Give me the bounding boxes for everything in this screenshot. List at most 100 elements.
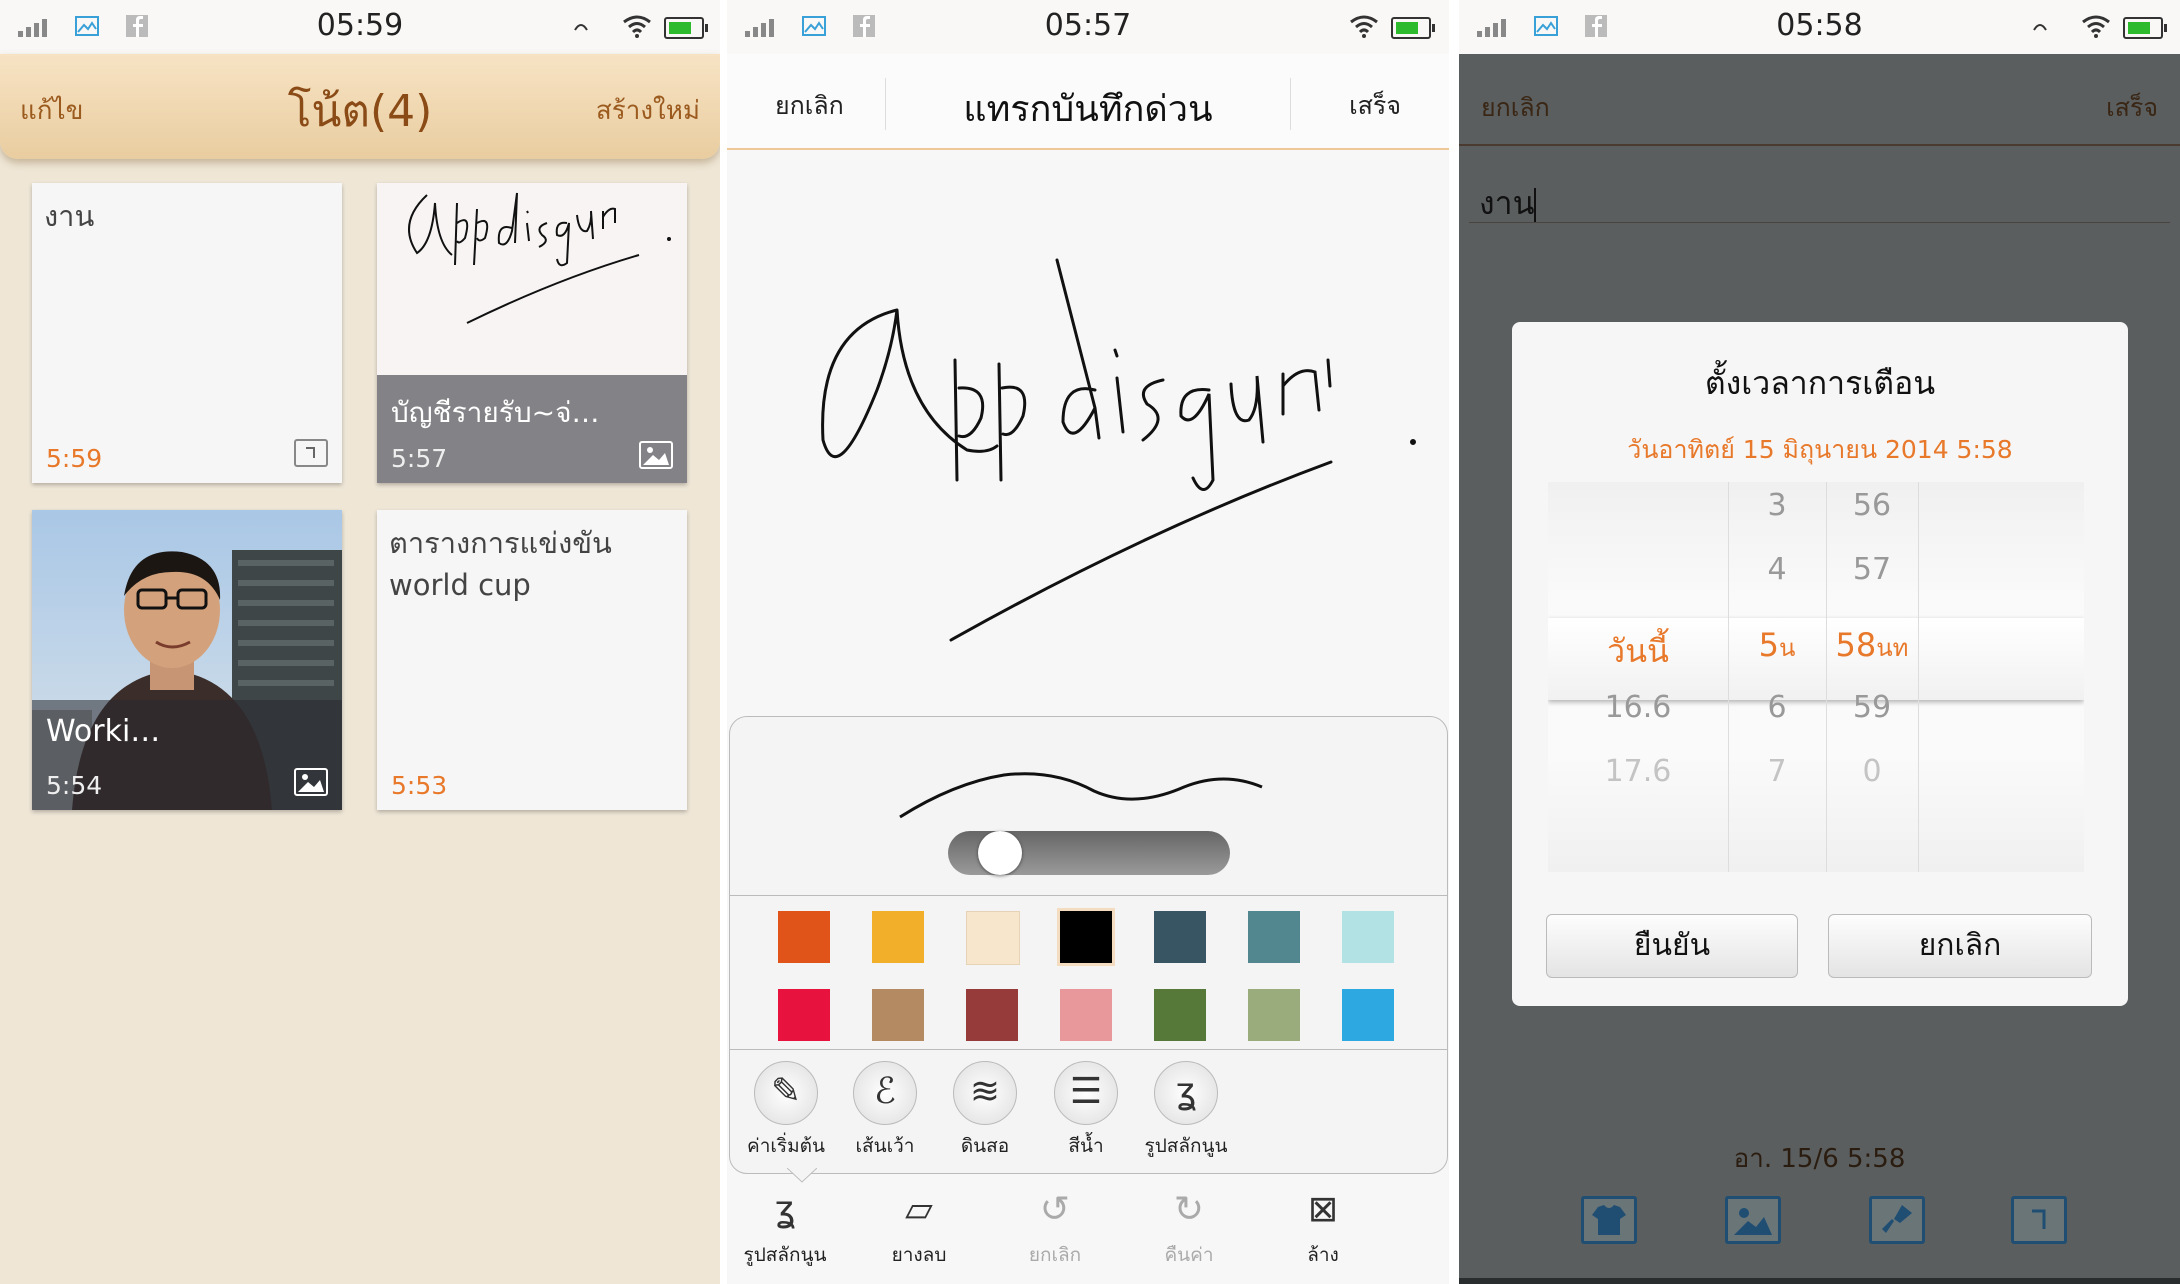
brush-option[interactable]: ✎ ค่าเริ่มต้น [736,1061,836,1161]
color-swatch[interactable] [1060,989,1112,1041]
image-icon[interactable] [1725,1196,1781,1244]
color-swatch[interactable] [778,989,830,1041]
toolbar-label: คืนค่า [1164,1244,1214,1266]
note-text: งาน [44,199,95,233]
redo-icon: ↻ [1173,1189,1205,1230]
minute-wheel[interactable]: 56 57 58นท 59 0 [1826,482,1918,872]
notes-header: แก้ไข โน้ต(4) สร้างใหม่ [0,54,720,159]
toolbar-button[interactable]: ʓ รูปสลักนูน [735,1180,835,1270]
color-swatch[interactable] [966,911,1020,965]
clock: 05:59 [316,8,404,43]
stroke-width-slider[interactable] [948,831,1230,875]
note-card[interactable]: ตารางการแข่งขัน world cup 5:53 [377,510,687,810]
color-swatch[interactable] [1342,911,1394,963]
color-swatch[interactable] [966,989,1018,1041]
picker-value: 59 [1826,690,1918,725]
color-swatch[interactable] [1248,989,1300,1041]
toolbar-button[interactable]: ▱ ยางลบ [869,1180,969,1270]
note-card[interactable]: Worki… 5:54 [32,510,342,810]
wifi-icon [2082,15,2110,38]
image-icon [294,768,328,796]
shirt-icon[interactable] [1581,1196,1637,1244]
day-wheel[interactable]: วันนี้ 16.6 17.6 [1548,482,1728,872]
toolbar-label: ยางลบ [891,1244,947,1266]
color-swatch[interactable] [1057,908,1115,966]
note-text: ตารางการแข่งขัน world cup [389,522,612,606]
color-swatch[interactable] [778,911,830,963]
alarm-status-icon [574,24,588,31]
stroke-preview [899,772,1263,819]
note-title-band: บัญชีรายรับ~จ่… 5:57 [377,375,687,483]
toolbar-label: ยกเลิก [1028,1244,1082,1266]
selected-datetime: วันอาทิตย์ 15 มิถุนายน 2014 5:58 [1627,435,2013,464]
brush-icon[interactable] [1869,1196,1925,1244]
reminder-screen: 05:58 ยกเลิก เสร็จ งาน ตั้งเวลาการเตือน … [1459,0,2180,1284]
divider [1918,482,1919,872]
done-button[interactable]: เสร็จ [1349,86,1401,126]
quick-note-header: ยกเลิก แทรกบันทึกด่วน เสร็จ [727,54,1449,150]
hour-wheel[interactable]: 3 4 5น 6 7 [1728,482,1826,872]
divider [1469,222,2170,223]
cancel-button[interactable]: ยกเลิก [1481,88,1550,128]
color-swatch[interactable] [1154,911,1206,963]
note-card[interactable]: บัญชีรายรับ~จ่… 5:57 [377,183,687,483]
picker-value-text: วันนี้ [1607,632,1669,670]
note-text: Worki… [46,714,161,749]
brush-option[interactable]: ☰ สีน้ำ [1036,1061,1136,1161]
quick-note-screen: 05:57 ยกเลิก แทรกบันทึกด่วน เสร็จ ✎ ค่าเ… [727,0,1449,1284]
picker-value-text: 17.6 [1604,754,1672,789]
toolbar-button[interactable]: ⊠ ล้าง [1273,1180,1373,1270]
drawing-canvas[interactable] [727,150,1449,710]
note-line: world cup [389,568,531,602]
time-picker[interactable]: วันนี้ 16.6 17.6 3 4 5น 6 7 56 57 58นท 59 0 [1548,482,2084,872]
pen-settings-panel: ✎ ค่าเริ่มต้น ℰ เส้นเว้า ≋ ดินสอ ☰ สีน้ำ ʓ รูปสลั… [729,716,1448,1174]
picker-value: 3 [1728,488,1826,523]
picker-unit: นท [1876,634,1909,662]
note-card[interactable]: งาน 5:59 [32,183,342,483]
picker-value-text: 3 [1767,488,1787,523]
picker-value: 58นท [1826,626,1918,667]
brush-label: ดินสอ [960,1135,1010,1157]
status-bar: 05:57 [727,0,1449,54]
new-note-button[interactable]: สร้างใหม่ [596,90,700,131]
brush-label: รูปสลักนูน [1144,1135,1228,1157]
picker-value-text: 16.6 [1604,690,1672,725]
picker-value: 4 [1728,552,1826,587]
clock: 05:58 [1776,8,1863,43]
note-time: 5:53 [391,771,448,800]
toolbar-button[interactable]: ↻ คืนค่า [1139,1180,1239,1270]
page-title: แทรกบันทึกด่วน [963,89,1213,130]
brush-option[interactable]: ℰ เส้นเว้า [835,1061,935,1161]
color-swatch[interactable] [1248,911,1300,963]
picker-value-text: 7 [1767,754,1787,789]
picker-value: 57 [1826,552,1918,587]
picker-value-text: 56 [1852,488,1892,523]
brush-option[interactable]: ≋ ดินสอ [935,1061,1035,1161]
alarm-icon[interactable] [2011,1196,2067,1244]
note-time: 5:54 [46,771,103,800]
picker-value-text: 59 [1852,690,1892,725]
picker-value-text: 6 [1767,690,1787,725]
picker-value: 5น [1728,626,1826,667]
brush-option[interactable]: ʓ รูปสลักนูน [1136,1061,1236,1161]
picker-value-text: 0 [1862,754,1882,789]
toolbar-label: รูปสลักนูน [743,1244,827,1266]
done-button[interactable]: เสร็จ [2106,88,2158,128]
color-swatch[interactable] [1342,989,1394,1041]
color-swatch[interactable] [1154,989,1206,1041]
slider-thumb[interactable] [978,831,1023,875]
clock: 05:57 [1044,8,1132,43]
notes-list-screen: 05:59 แก้ไข โน้ต(4) สร้างใหม่ งาน 5:59 บ… [0,0,720,1284]
picker-value: วันนี้ [1548,626,1728,677]
color-swatch[interactable] [872,989,924,1041]
picker-value: 17.6 [1548,754,1728,789]
color-swatch[interactable] [872,911,924,963]
battery-icon [1391,17,1435,39]
confirm-button[interactable]: ยืนยัน [1546,914,1798,978]
picker-value-text: 57 [1852,552,1892,587]
battery-icon [2123,17,2167,39]
cancel-button[interactable]: ยกเลิก [1828,914,2092,978]
eraser-icon: ▱ [905,1189,933,1230]
emboss-icon: ʓ [774,1189,796,1230]
toolbar-button[interactable]: ↺ ยกเลิก [1005,1180,1105,1270]
